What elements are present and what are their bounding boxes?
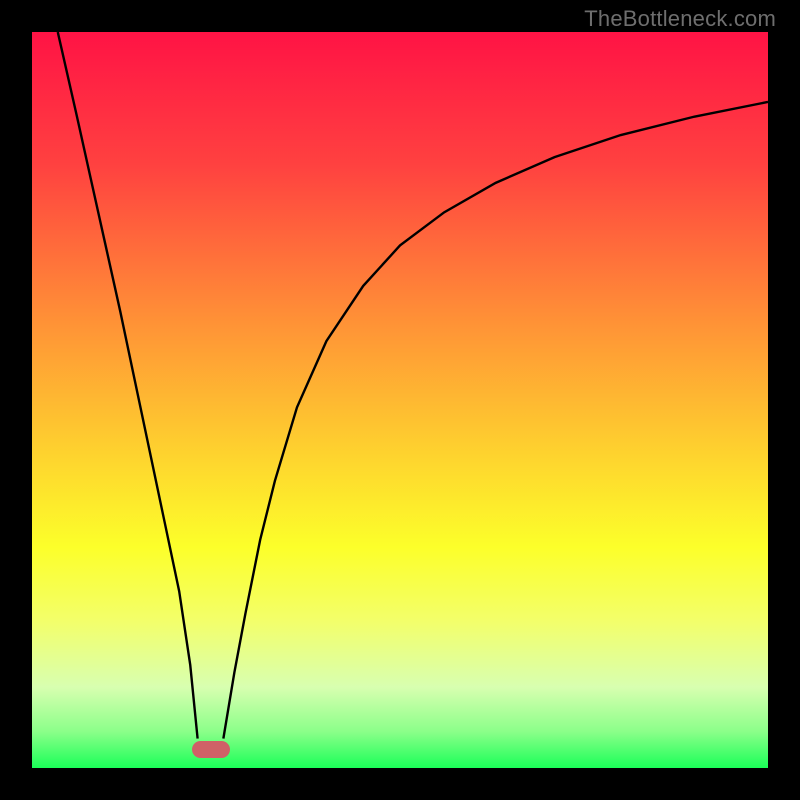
chart-svg [32, 32, 768, 768]
plot-area [32, 32, 768, 768]
min-marker [192, 741, 230, 759]
watermark-text: TheBottleneck.com [584, 6, 776, 32]
chart-frame: TheBottleneck.com [0, 0, 800, 800]
gradient-background [32, 32, 768, 768]
